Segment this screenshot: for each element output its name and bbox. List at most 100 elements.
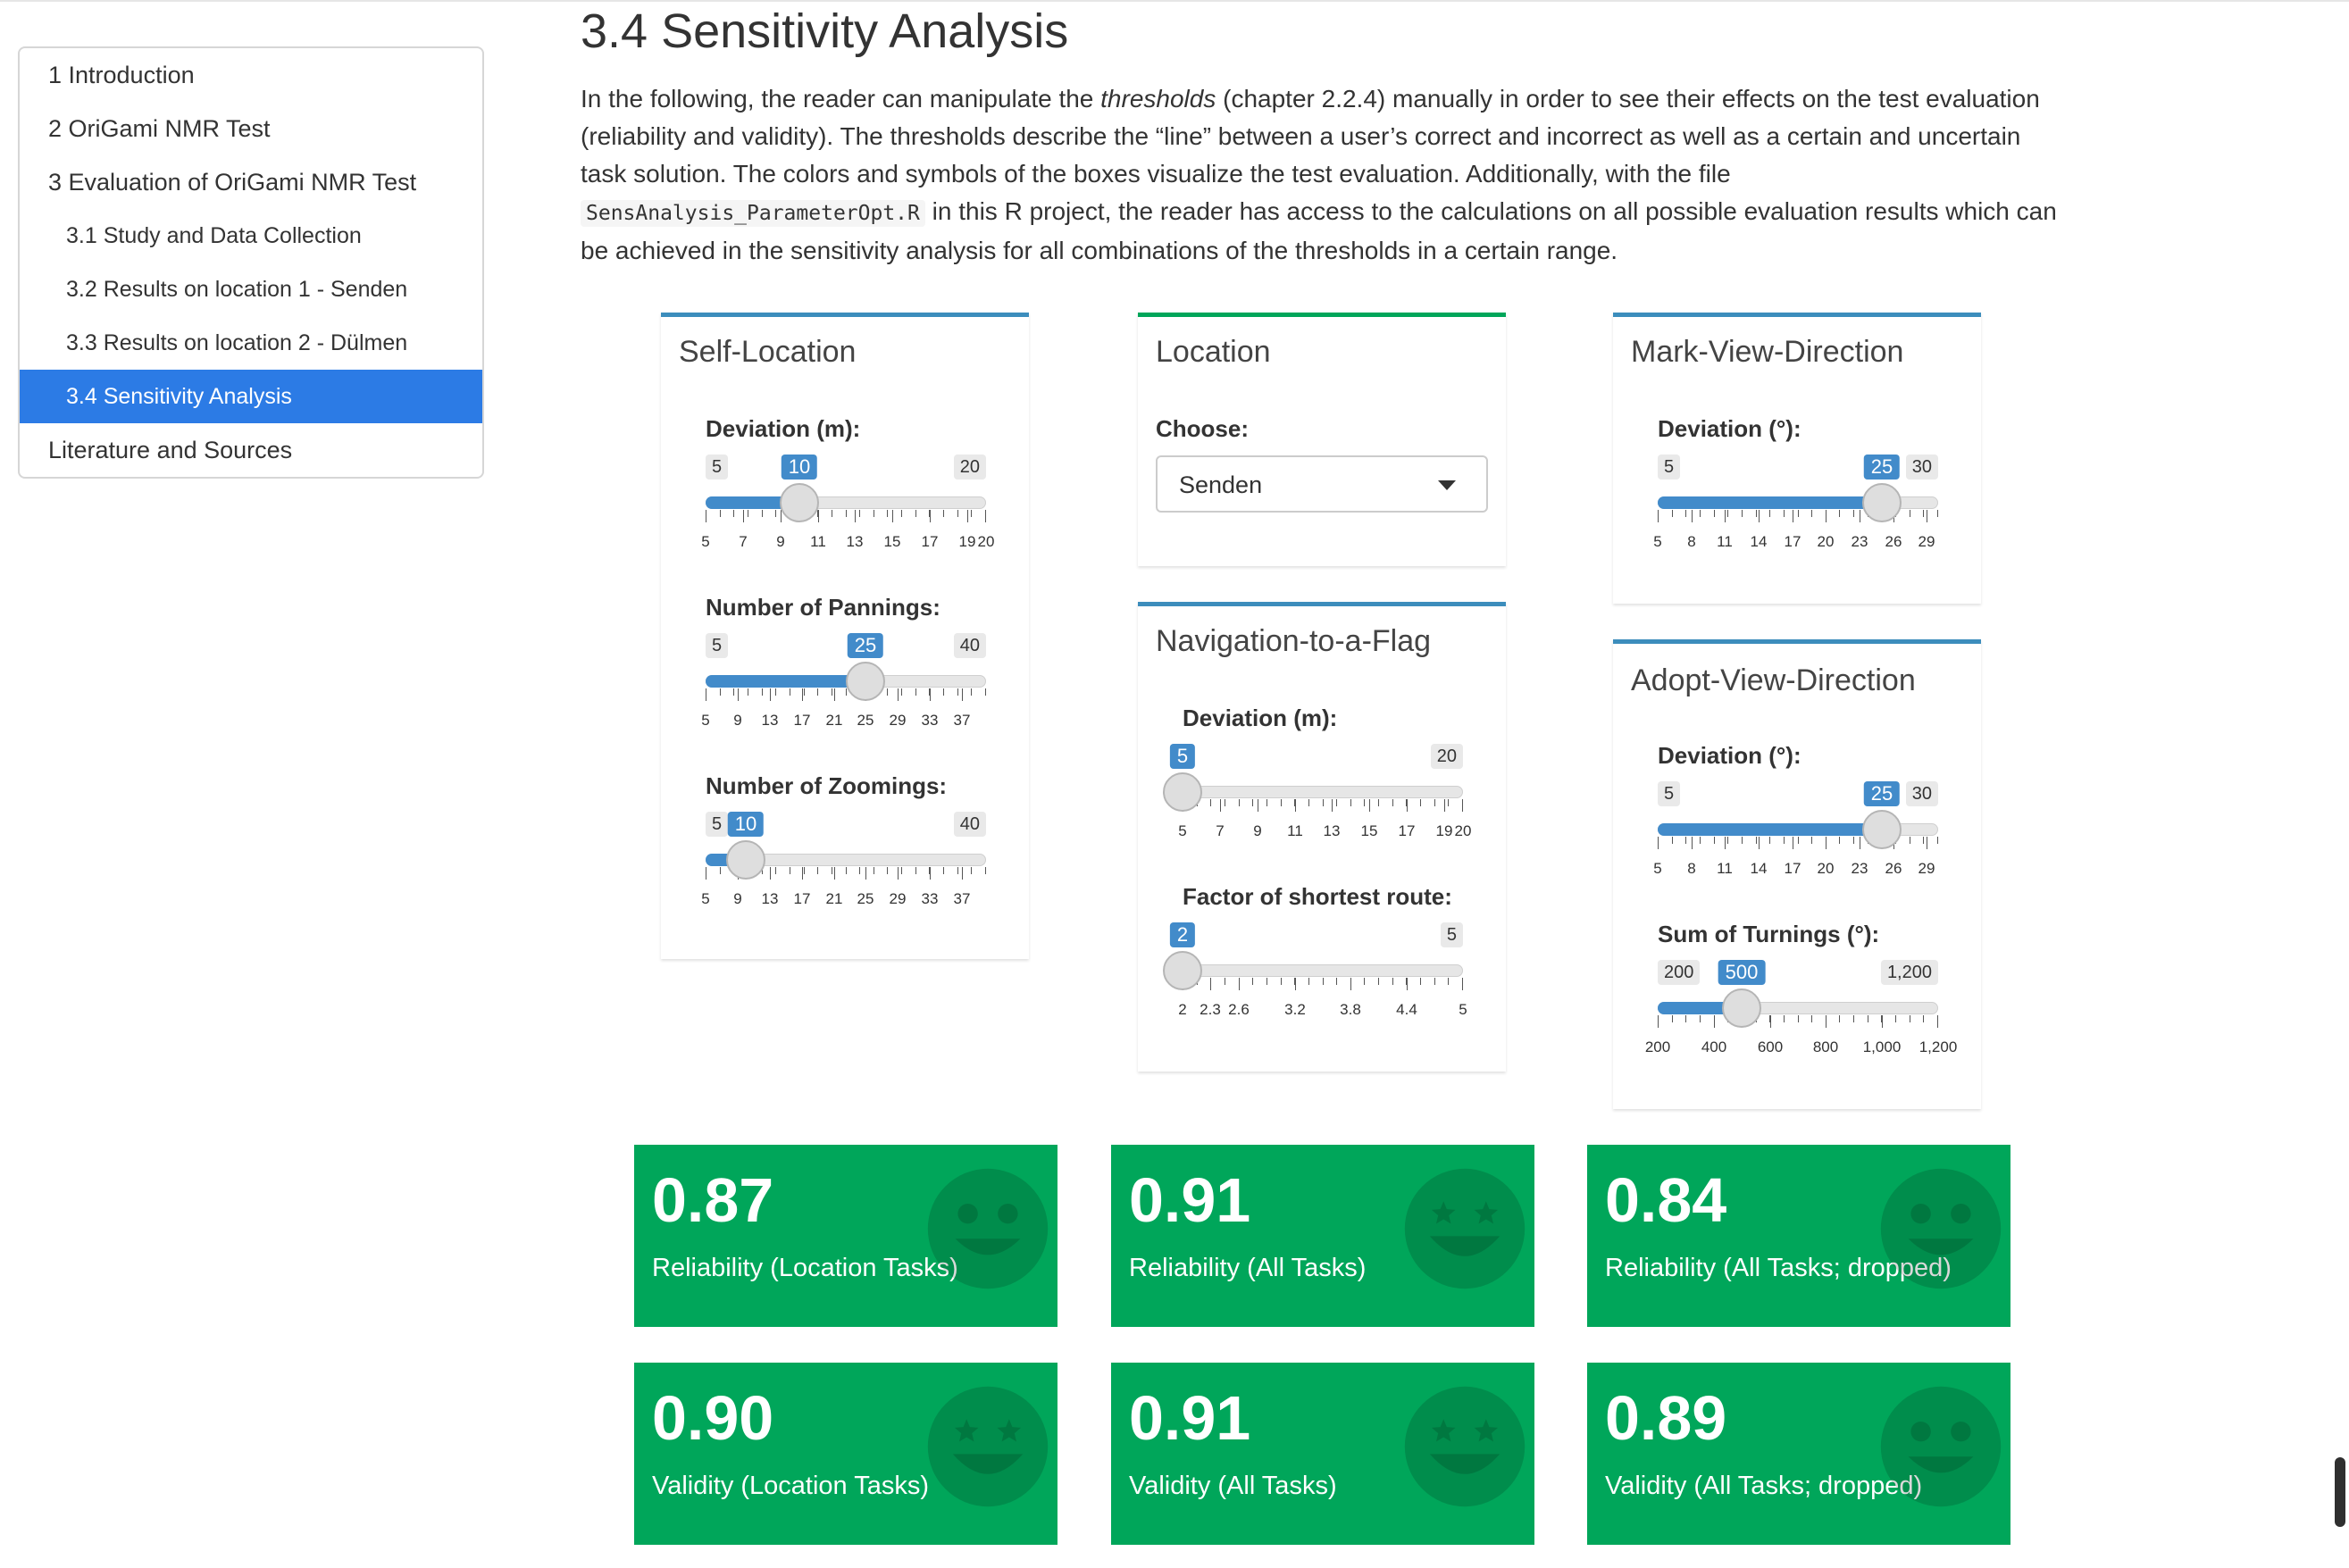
- slider-tick-major: [898, 688, 899, 701]
- slider-track[interactable]: [1183, 786, 1463, 798]
- slider-tick-major: [1210, 978, 1211, 990]
- slider-handle[interactable]: [846, 662, 885, 701]
- slider-tick: [1784, 510, 1785, 517]
- slider-ticks: [706, 688, 986, 706]
- slider-max-label: 30: [1905, 455, 1938, 480]
- location-select[interactable]: Senden: [1156, 455, 1488, 513]
- slider-current-value: 25: [847, 633, 884, 658]
- slider-tick-label: 20: [1817, 533, 1835, 550]
- slider-tick-label: 17: [793, 712, 811, 729]
- pannings-slider[interactable]: 5 40 25 5 9 13 17 21 25 29 33 37: [701, 633, 986, 740]
- slider-handle[interactable]: [1862, 483, 1902, 522]
- scrollbar-thumb[interactable]: [2335, 1457, 2345, 1527]
- toc-item-results-senden[interactable]: 3.2 Results on location 1 - Senden: [20, 263, 482, 316]
- adopt-view-deviation-slider[interactable]: 5 30 25 5 8 11 14 17 20 23 26 29: [1653, 781, 1938, 888]
- slider-tick-major: [962, 867, 963, 880]
- value-box-validity-location: 0.90 Validity (Location Tasks): [634, 1363, 1057, 1545]
- slider-current-value: 5: [1169, 744, 1196, 769]
- slider-tick: [1923, 1015, 1924, 1022]
- toc-item-origami-nmr-test[interactable]: 2 OriGami NMR Test: [20, 102, 482, 155]
- slider-tick: [1811, 510, 1812, 517]
- slider-tick: [887, 867, 888, 874]
- slider-tick-label: 9: [733, 712, 742, 729]
- slider-tick: [733, 510, 734, 517]
- slider-tick: [733, 688, 734, 696]
- toc-item-study-data[interactable]: 3.1 Study and Data Collection: [20, 209, 482, 263]
- slider-tick: [1685, 510, 1686, 517]
- slider-track[interactable]: [1183, 964, 1463, 977]
- slider-tick: [887, 688, 888, 696]
- slider-tick-major: [930, 510, 931, 522]
- slider-tick-major: [1692, 837, 1693, 849]
- slider-tick-label: 14: [1750, 533, 1768, 550]
- slider-handle[interactable]: [1722, 988, 1761, 1028]
- slider-label: Deviation (°):: [1658, 742, 1801, 769]
- slider-tick-label: 9: [733, 890, 742, 907]
- value-label: Reliability (Location Tasks): [652, 1254, 958, 1282]
- slider-tick-major: [1239, 978, 1240, 990]
- slider-tick: [901, 510, 902, 517]
- slider-tick: [1685, 837, 1686, 844]
- zoomings-slider[interactable]: 5 40 10 5 9 13 17 21 25 29 33 37: [701, 812, 986, 919]
- select-label: Choose:: [1156, 415, 1249, 442]
- intro-paragraph: In the following, the reader can manipul…: [581, 80, 2072, 270]
- slider-tick: [1937, 510, 1938, 517]
- slider-tick: [1700, 510, 1701, 517]
- slider-tick: [1727, 510, 1728, 517]
- slider-label: Factor of shortest route:: [1183, 883, 1452, 910]
- slider-tick: [1784, 1015, 1785, 1022]
- self-location-deviation-slider[interactable]: 5 20 10 5 7 9 11 13 15 17 19 20: [701, 455, 994, 562]
- slider-tick-label: 2.3: [1200, 1001, 1221, 1018]
- toc-item-results-dulmen[interactable]: 3.3 Results on location 2 - Dülmen: [20, 316, 482, 370]
- slider-tick-label: 29: [1918, 533, 1935, 550]
- slider-tick: [943, 688, 944, 696]
- flag-deviation-slider[interactable]: 20 5 5 7 9 11 13 15 17 19 20: [1163, 744, 1471, 851]
- slider-tick: [915, 688, 916, 696]
- slider-tick-label: 800: [1812, 1038, 1839, 1055]
- slider-label: Deviation (°):: [1658, 415, 1801, 442]
- toc-item-literature[interactable]: Literature and Sources: [20, 423, 482, 477]
- slider-tick-major: [898, 867, 899, 880]
- slider-tick: [1811, 837, 1812, 844]
- slider-tick: [1420, 799, 1421, 806]
- factor-shortest-route-slider[interactable]: 5 2 2 2.3 2.6 3.2 3.8 4.4 5: [1163, 922, 1467, 1030]
- slider-handle[interactable]: [1163, 772, 1202, 812]
- slider-tick: [985, 867, 986, 874]
- mark-view-deviation-slider[interactable]: 5 30 25 5 8 11 14 17 20 23 26 29: [1653, 455, 1938, 562]
- toc-item-sensitivity-analysis[interactable]: 3.4 Sensitivity Analysis: [20, 370, 482, 423]
- slider-tick-label: 7: [739, 533, 748, 550]
- slider-tick-major: [1937, 1015, 1938, 1028]
- slider-tick: [1853, 1015, 1854, 1022]
- slider-handle[interactable]: [1163, 951, 1202, 990]
- slider-tick-label: 19: [958, 533, 976, 550]
- slider-current-value: 10: [781, 455, 818, 480]
- slider-label: Deviation (m):: [706, 415, 861, 442]
- slider-tick: [1756, 837, 1757, 844]
- slider-tick: [859, 510, 860, 517]
- slider-tick-label: 37: [953, 712, 971, 729]
- slider-tick-major: [1826, 510, 1827, 522]
- intro-text: In the following, the reader can manipul…: [581, 85, 1101, 113]
- slider-tick-major: [1332, 799, 1333, 812]
- slider-tick: [1281, 799, 1282, 806]
- slider-tick-label: 600: [1757, 1038, 1784, 1055]
- slider-tick-label: 9: [1253, 822, 1262, 839]
- slider-tick-label: 2: [1178, 1001, 1187, 1018]
- slider-handle[interactable]: [780, 483, 819, 522]
- slider-handle[interactable]: [726, 840, 765, 880]
- slider-tick-label: 15: [1360, 822, 1378, 839]
- value-box-reliability-dropped: 0.84 Reliability (All Tasks; dropped): [1587, 1145, 2010, 1327]
- slider-tick-label: 17: [1784, 533, 1801, 550]
- slider-tick: [1672, 837, 1673, 844]
- slider-handle[interactable]: [1862, 810, 1902, 849]
- slider-tick-major: [1826, 837, 1827, 849]
- slider-tick-label: 11: [810, 533, 826, 550]
- slider-tick-label: 13: [1323, 822, 1341, 839]
- slider-tick-major: [1759, 837, 1760, 849]
- slider-tick-label: 26: [1885, 533, 1902, 550]
- sum-of-turnings-slider[interactable]: 200 1,200 500 200 400 600 800 1,000 1,200: [1645, 960, 1957, 1067]
- panel-mark-view-direction: Mark-View-Direction Deviation (°): 5 30 25…: [1613, 313, 1981, 604]
- toc-item-evaluation[interactable]: 3 Evaluation of OriGami NMR Test: [20, 155, 482, 209]
- toc-item-introduction[interactable]: 1 Introduction: [20, 48, 482, 102]
- slider-tick-label: 3.2: [1284, 1001, 1306, 1018]
